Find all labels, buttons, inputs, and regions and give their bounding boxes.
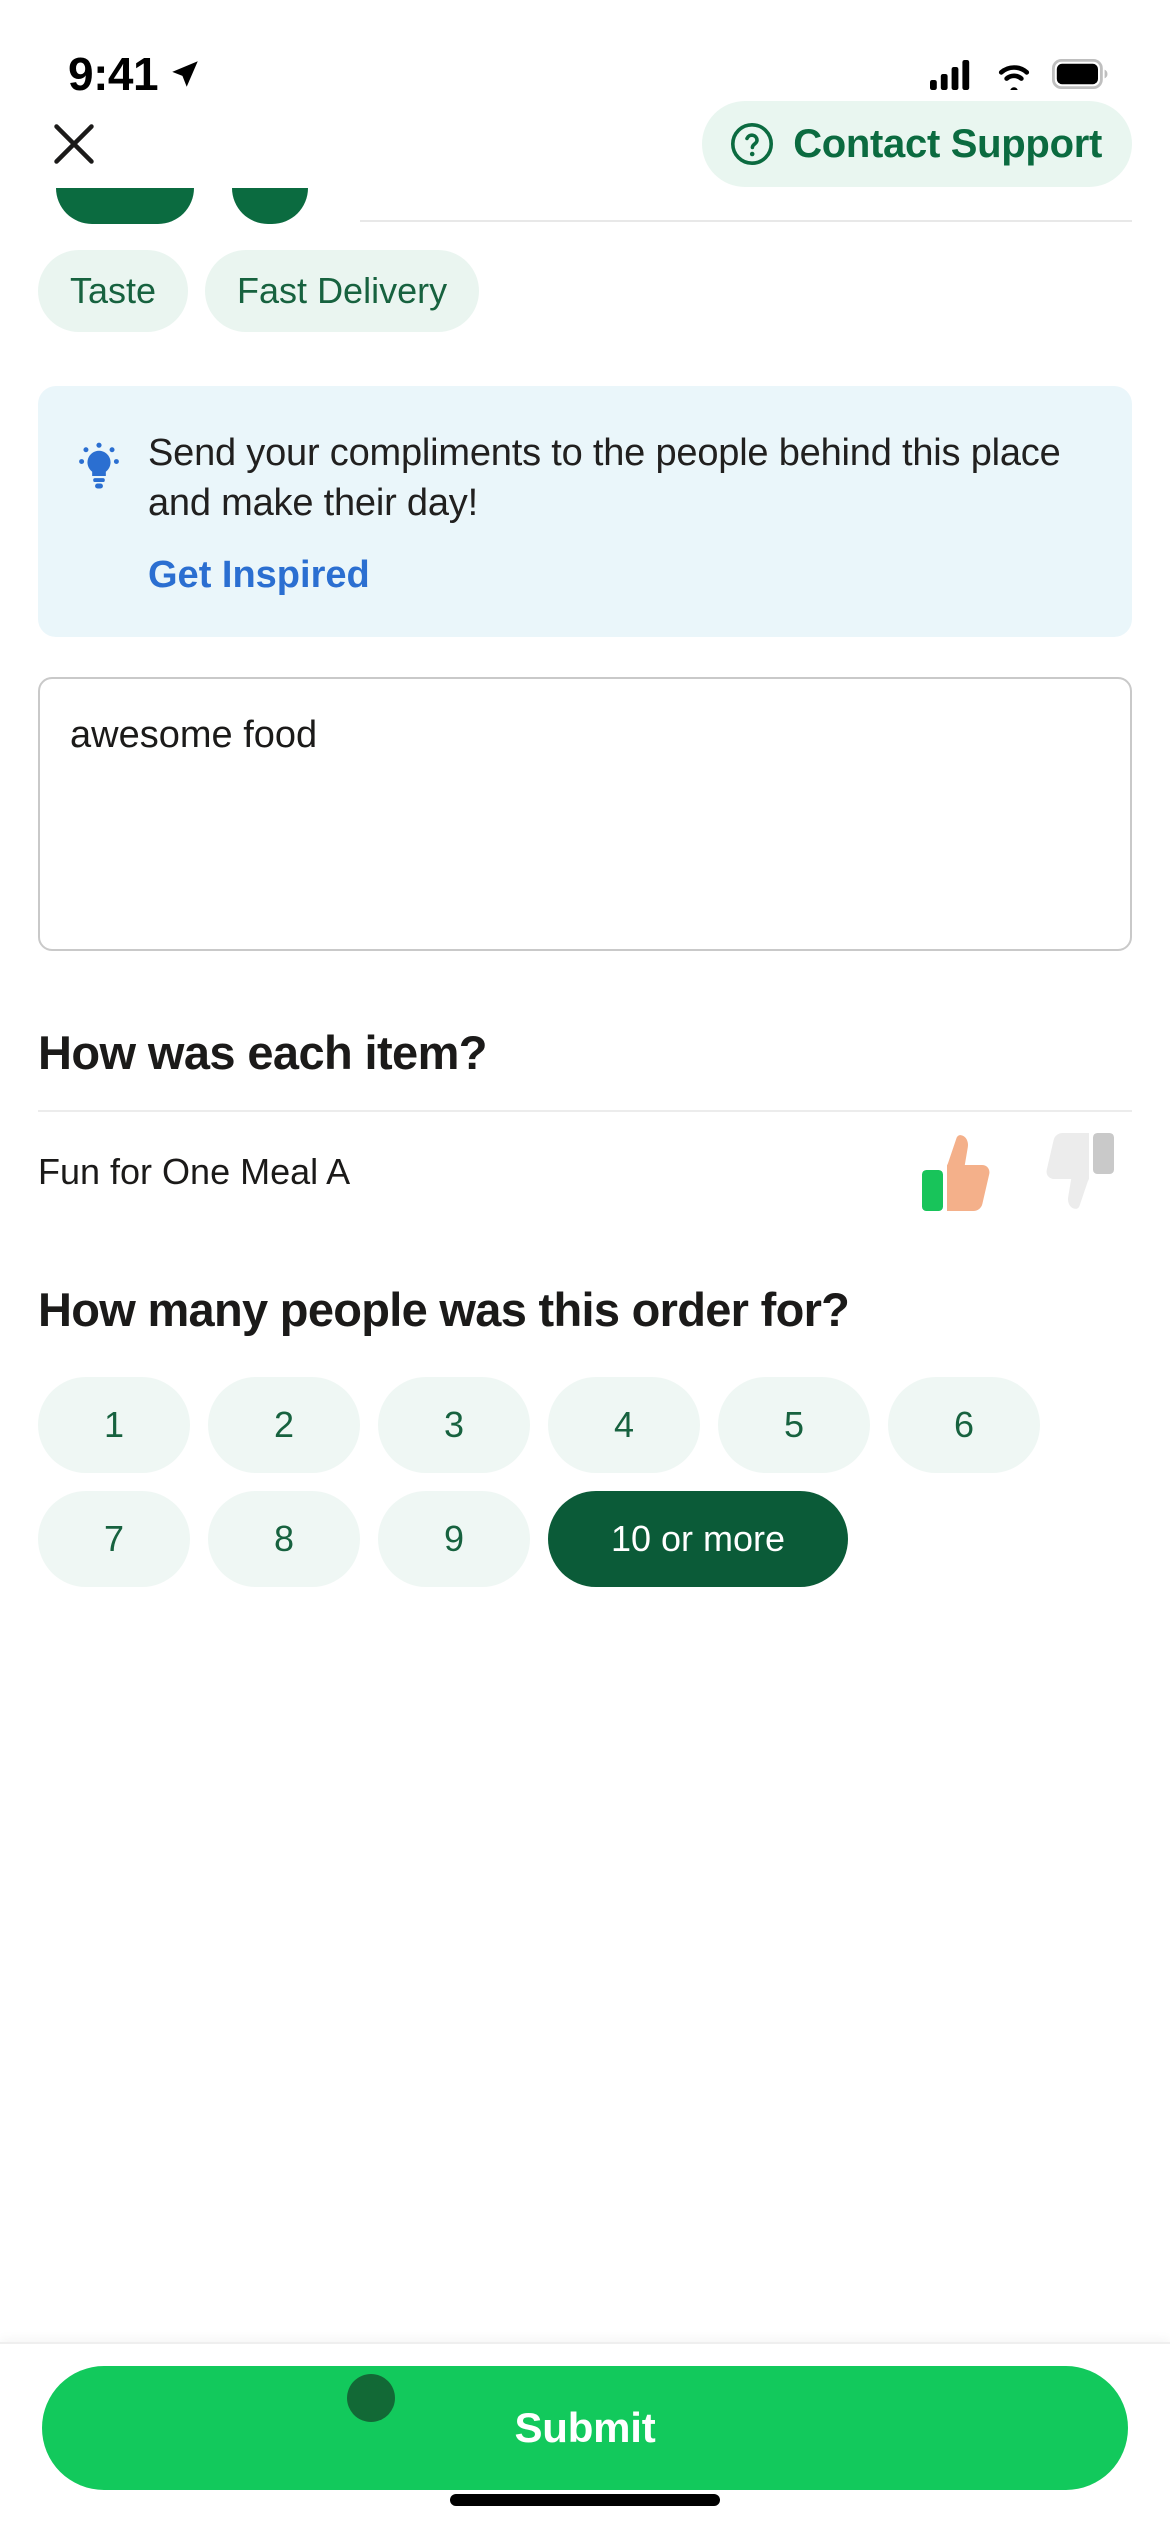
party-size-label: 2: [273, 1404, 295, 1446]
status-bar-indicators: [930, 58, 1108, 90]
party-size-label: 7: [103, 1518, 125, 1560]
party-size-option-3[interactable]: 3: [378, 1377, 530, 1474]
thumbs-up-button[interactable]: [918, 1129, 996, 1215]
review-textarea-value: awesome food: [70, 714, 318, 757]
party-size-label: 4: [613, 1404, 635, 1446]
party-size-options: 1 2 3 4 5 6 7 8 9 10 or more: [38, 1377, 1132, 1588]
thumbs-down-button[interactable]: [1040, 1129, 1118, 1215]
party-size-label: 6: [953, 1404, 975, 1446]
party-size-option-9[interactable]: 9: [378, 1491, 530, 1588]
party-size-option-5[interactable]: 5: [718, 1377, 870, 1474]
party-size-option-2[interactable]: 2: [208, 1377, 360, 1474]
party-size-label: 1: [103, 1404, 125, 1446]
get-inspired-link[interactable]: Get Inspired: [148, 554, 370, 597]
page-header: Contact Support: [0, 100, 1170, 188]
party-size-option-6[interactable]: 6: [888, 1377, 1040, 1474]
chip-taste[interactable]: Taste: [38, 250, 189, 332]
item-name: Fun for One Meal A: [38, 1151, 351, 1193]
get-inspired-text: Send your compliments to the people behi…: [148, 432, 1061, 525]
status-bar-time: 9:41: [68, 48, 159, 100]
clipped-chip-a: [56, 188, 194, 224]
thumbs-down-icon: [1046, 1133, 1114, 1210]
cellular-signal-icon: [930, 60, 970, 90]
party-size-option-4[interactable]: 4: [548, 1377, 700, 1474]
clipped-chips-row: [0, 188, 1170, 224]
status-bar-time-group: 9:41: [68, 47, 202, 101]
party-size-label: 9: [443, 1518, 465, 1560]
close-icon: [54, 124, 94, 164]
lightbulb-icon-wrap: [72, 428, 126, 597]
tag-chips-row: Taste Fast Delivery: [0, 224, 1170, 332]
thumbs-up-icon: [922, 1135, 990, 1212]
chip-fast-delivery[interactable]: Fast Delivery: [205, 250, 480, 332]
chip-label: Taste: [70, 270, 157, 311]
location-arrow-icon: [172, 61, 198, 87]
party-size-label: 3: [443, 1404, 465, 1446]
clipped-divider: [360, 220, 1132, 222]
chip-label: Fast Delivery: [237, 270, 448, 311]
item-section-title: How was each item?: [38, 1026, 488, 1080]
party-size-label: 5: [783, 1404, 805, 1446]
app-screen: 9:41 Contact Support Taste Fast Delivery…: [0, 0, 1170, 2532]
contact-support-label: Contact Support: [793, 121, 1102, 166]
contact-support-button[interactable]: Contact Support: [702, 101, 1132, 187]
party-size-title: How many people was this order for?: [38, 1283, 850, 1337]
battery-icon: [1052, 59, 1108, 89]
item-rating-row: Fun for One Meal A: [38, 1112, 1132, 1232]
item-rating-controls: [918, 1129, 1132, 1215]
wifi-icon: [998, 65, 1030, 90]
party-size-label: 8: [273, 1518, 295, 1560]
party-size-option-1[interactable]: 1: [38, 1377, 190, 1474]
content-scroll-area[interactable]: Taste Fast Delivery Send your compliment…: [0, 188, 1170, 2360]
submit-button-label: Submit: [514, 2404, 656, 2451]
review-textarea[interactable]: awesome food: [38, 677, 1132, 952]
party-size-option-10-or-more[interactable]: 10 or more: [548, 1491, 848, 1588]
close-button[interactable]: [42, 112, 106, 176]
home-indicator: [450, 2494, 720, 2506]
clipped-chip-b: [232, 188, 308, 224]
get-inspired-card: Send your compliments to the people behi…: [38, 386, 1132, 638]
get-inspired-body: Send your compliments to the people behi…: [148, 428, 1098, 597]
submit-button[interactable]: Submit: [42, 2366, 1128, 2490]
question-circle-icon: [731, 122, 774, 166]
lightbulb-icon: [79, 442, 119, 489]
party-size-label: 10 or more: [610, 1518, 786, 1560]
party-size-option-8[interactable]: 8: [208, 1491, 360, 1588]
footer-bar: Submit: [0, 2342, 1170, 2532]
party-size-option-7[interactable]: 7: [38, 1491, 190, 1588]
